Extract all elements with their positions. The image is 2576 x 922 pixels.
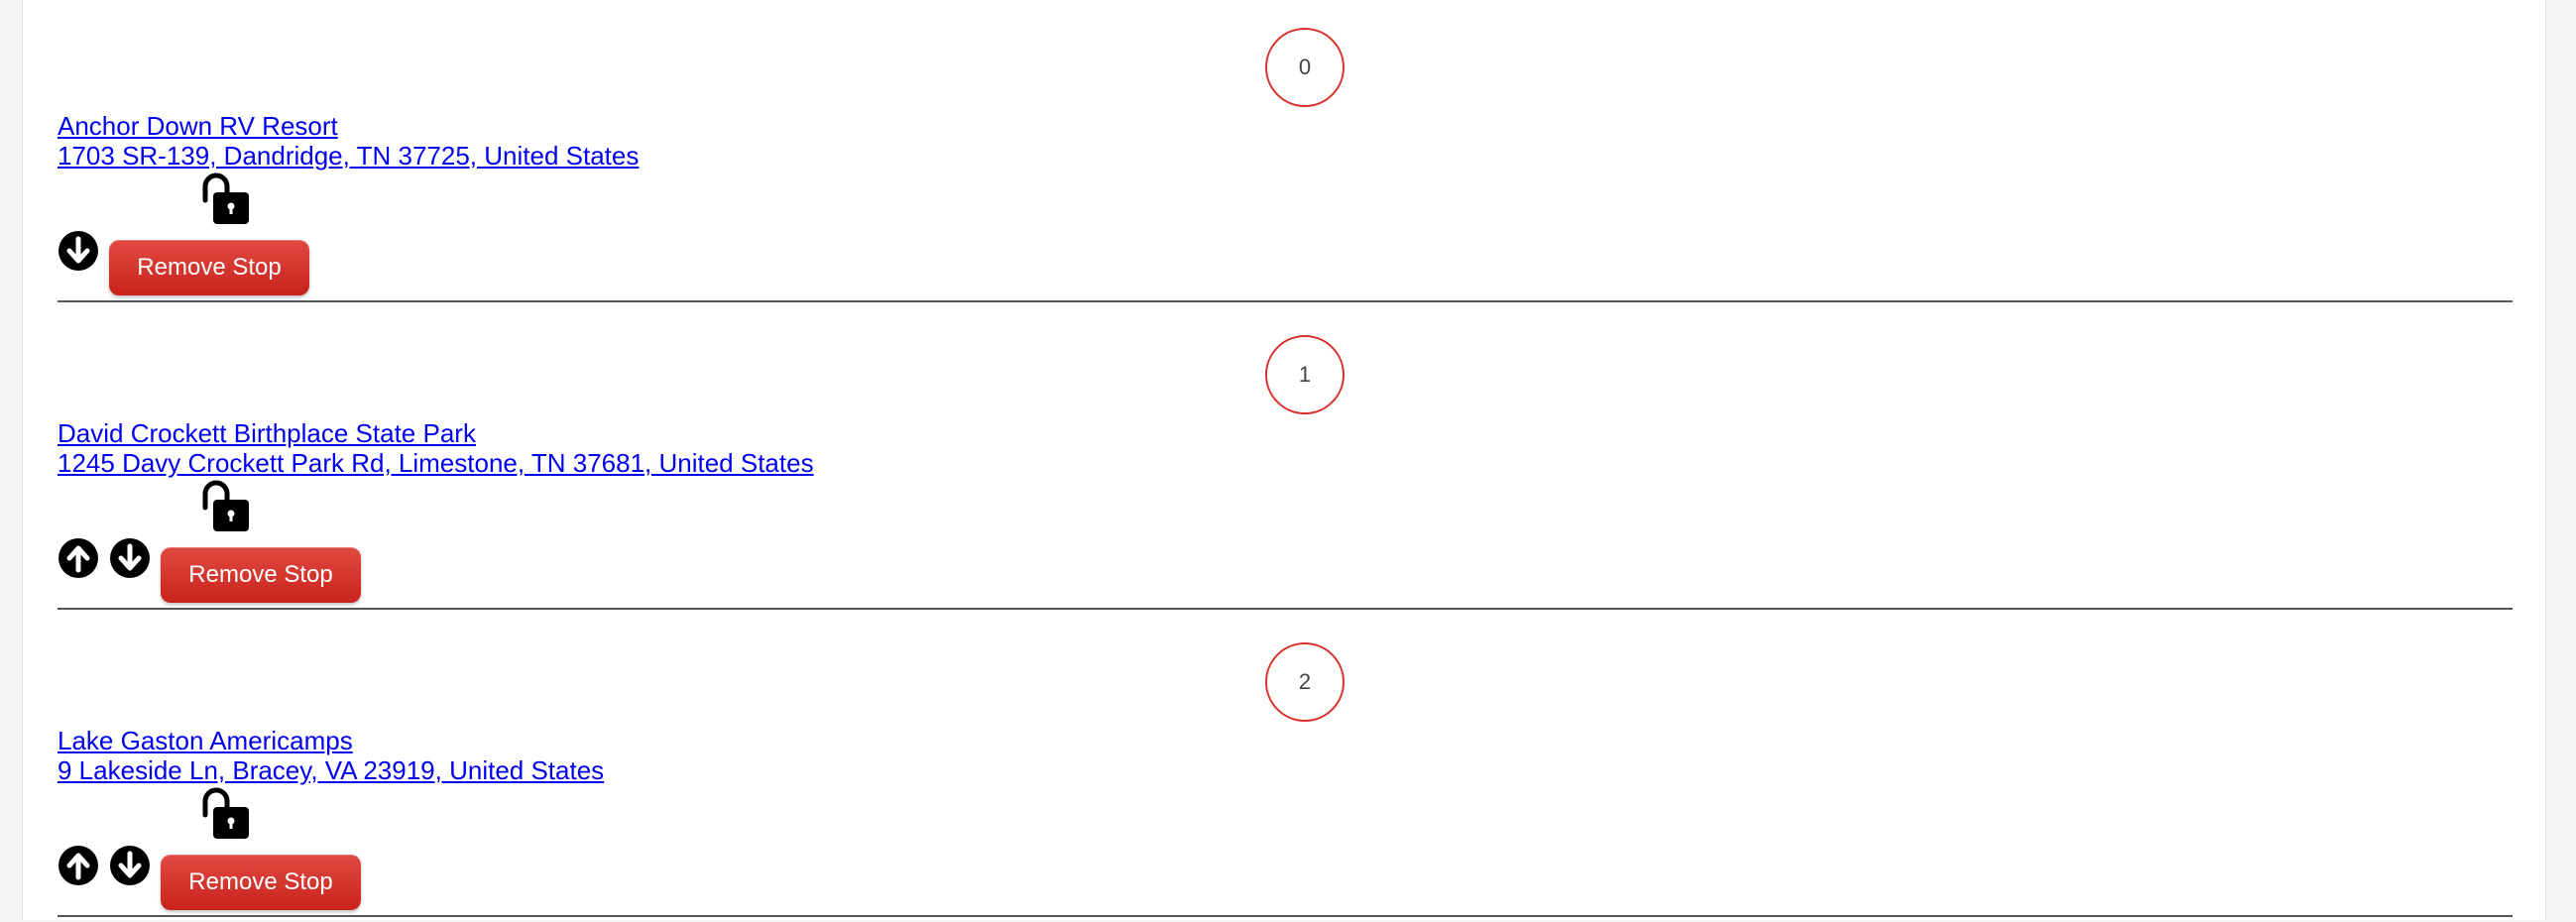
- stop-number-badge: 0: [1265, 28, 1345, 107]
- unlocked-padlock-icon[interactable]: [199, 171, 253, 226]
- stop-divider: [58, 915, 2513, 917]
- move-up-arrow-icon[interactable]: [58, 537, 99, 579]
- stop-number-badge: 2: [1265, 642, 1345, 722]
- unlocked-padlock-icon[interactable]: [199, 785, 253, 841]
- stop-item: 0 Anchor Down RV Resort 1703 SR-139, Dan…: [58, 0, 2513, 307]
- stop-address-link[interactable]: 1703 SR-139, Dandridge, TN 37725, United…: [58, 141, 639, 171]
- stop-address-link[interactable]: 1245 Davy Crockett Park Rd, Limestone, T…: [58, 448, 814, 478]
- stop-item: 2 Lake Gaston Americamps 9 Lakeside Ln, …: [58, 615, 2513, 922]
- move-down-arrow-icon[interactable]: [109, 845, 151, 886]
- remove-stop-button[interactable]: Remove Stop: [161, 547, 361, 603]
- remove-stop-button[interactable]: Remove Stop: [161, 855, 361, 910]
- stop-number-badge: 1: [1265, 335, 1345, 414]
- stop-name-link[interactable]: David Crockett Birthplace State Park: [58, 418, 476, 448]
- move-down-arrow-icon[interactable]: [58, 230, 99, 272]
- stop-address-link[interactable]: 9 Lakeside Ln, Bracey, VA 23919, United …: [58, 755, 604, 785]
- move-down-arrow-icon[interactable]: [109, 537, 151, 579]
- remove-stop-button[interactable]: Remove Stop: [109, 240, 309, 295]
- move-up-arrow-icon[interactable]: [58, 845, 99, 886]
- stop-item: 1 David Crockett Birthplace State Park 1…: [58, 307, 2513, 615]
- stop-name-link[interactable]: Anchor Down RV Resort: [58, 111, 338, 141]
- unlocked-padlock-icon[interactable]: [199, 478, 253, 533]
- stops-panel: 0 Anchor Down RV Resort 1703 SR-139, Dan…: [22, 0, 2546, 920]
- stop-divider: [58, 608, 2513, 610]
- stop-divider: [58, 300, 2513, 302]
- stop-name-link[interactable]: Lake Gaston Americamps: [58, 726, 353, 755]
